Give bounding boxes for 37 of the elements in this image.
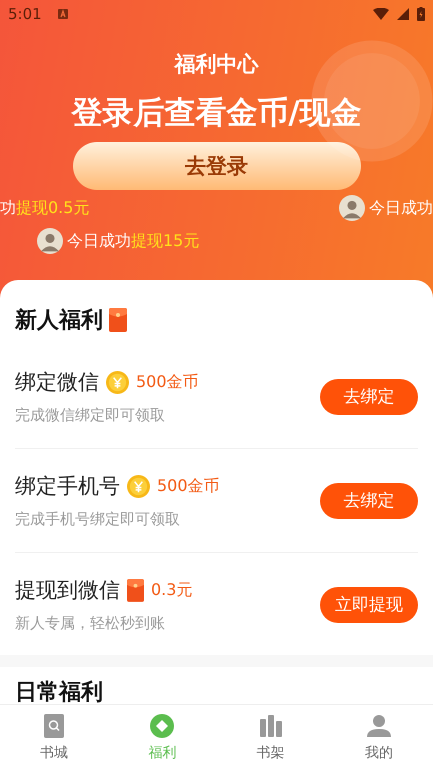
avatar-icon	[37, 228, 63, 254]
task-title: 提现到微信	[15, 577, 120, 604]
reward-amount: 0.3元	[151, 580, 192, 600]
book-search-icon	[42, 714, 66, 738]
envelope-icon	[109, 308, 127, 332]
task-description: 完成微信绑定即可领取	[15, 406, 166, 425]
ticker-text: 今日成功提现15元	[67, 230, 200, 252]
avatar-icon	[339, 195, 365, 221]
ticker-text: 功提现0.5元	[0, 198, 90, 218]
coin-icon	[106, 370, 129, 394]
task-title: 绑定微信	[15, 369, 99, 396]
envelope-icon	[127, 578, 144, 602]
ticker-text: 今日成功	[369, 198, 433, 218]
notification-icon	[58, 9, 68, 19]
action-button[interactable]: 去绑定	[320, 378, 418, 414]
tab-item[interactable]: 书架	[216, 705, 325, 771]
page-title: 福利中心	[174, 51, 258, 78]
bookshelf-icon	[258, 714, 283, 738]
tab-item[interactable]: 书城	[0, 705, 108, 771]
tab-item[interactable]: 我的	[324, 705, 433, 771]
login-button[interactable]: 去登录	[72, 142, 360, 190]
task-title: 绑定手机号	[15, 473, 120, 500]
status-time: 5:01	[8, 5, 42, 23]
action-button[interactable]: 去绑定	[320, 482, 418, 518]
section-title: 日常福利	[15, 680, 103, 705]
reward-amount: 500金币	[157, 476, 220, 496]
task-description: 新人专属，轻松秒到账	[15, 614, 166, 633]
person-icon	[366, 714, 391, 738]
coin-icon	[127, 474, 150, 498]
action-button[interactable]: 立即提现	[320, 586, 418, 622]
headline: 登录后查看金币/现金	[71, 94, 362, 133]
battery-icon	[417, 7, 425, 21]
wifi-icon	[373, 8, 389, 20]
reward-amount: 500金币	[136, 372, 199, 392]
section-title: 新人福利	[15, 307, 103, 335]
signal-icon	[395, 8, 411, 20]
task-description: 完成手机号绑定即可领取	[15, 510, 181, 529]
